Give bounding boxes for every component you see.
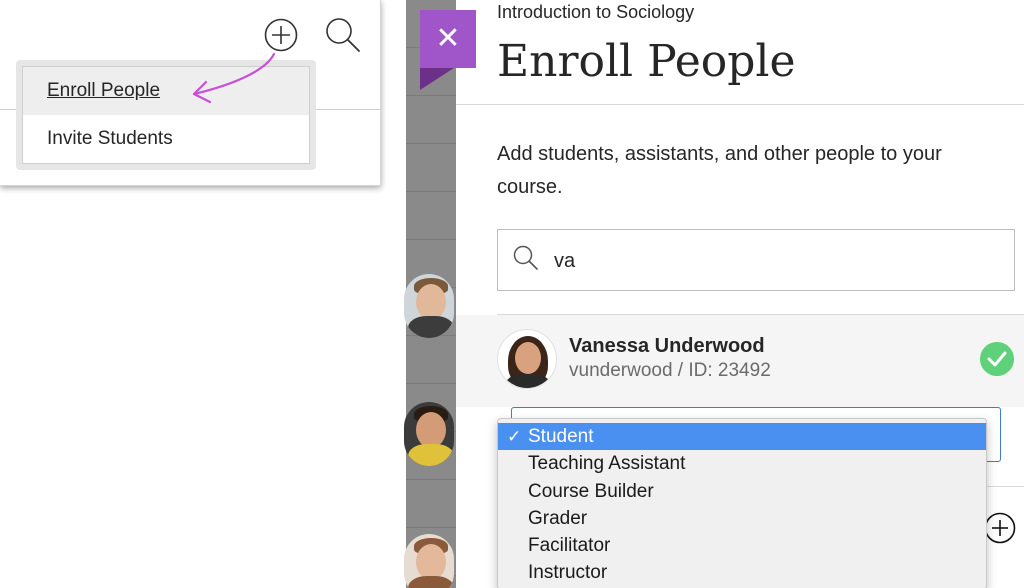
checkmark-icon: ✓ <box>507 427 522 446</box>
add-circle-icon[interactable] <box>984 512 1016 544</box>
role-option-student[interactable]: ✓ Student <box>498 423 986 451</box>
close-icon: ✕ <box>435 21 461 56</box>
panel-description: Add students, assistants, and other peop… <box>497 143 942 198</box>
search-field[interactable] <box>497 229 1015 291</box>
checkmark-icon[interactable] <box>980 342 1014 376</box>
plus-circle-icon[interactable] <box>264 18 298 52</box>
avatar <box>497 329 557 389</box>
role-option-facilitator[interactable]: Facilitator <box>498 532 986 559</box>
header-divider <box>456 104 1024 105</box>
screen: Enroll People Invite Students Introducti… <box>0 0 1024 588</box>
menu-item-invite-students[interactable]: Invite Students <box>23 115 309 163</box>
search-input[interactable] <box>554 244 994 278</box>
roster-avatar <box>404 274 454 338</box>
course-toolbar-card: Enroll People Invite Students <box>0 0 381 186</box>
search-icon[interactable] <box>322 14 362 54</box>
result-username: vunderwood <box>569 360 673 381</box>
role-option-grader[interactable]: Grader <box>498 505 986 532</box>
result-id: / ID: 23492 <box>672 360 771 381</box>
search-icon <box>513 245 538 270</box>
add-menu-list: Enroll People Invite Students <box>22 66 310 164</box>
result-meta: vunderwood / ID: 23492 <box>569 360 771 382</box>
role-option-course-builder[interactable]: Course Builder <box>498 478 986 505</box>
search-result-row[interactable]: Vanessa Underwood vunderwood / ID: 23492 <box>456 315 1024 407</box>
role-option-instructor[interactable]: Instructor <box>498 559 986 586</box>
close-button[interactable]: ✕ <box>420 10 476 68</box>
result-name: Vanessa Underwood <box>569 335 765 357</box>
page-title: Enroll People <box>497 36 796 87</box>
roster-avatar <box>404 402 454 466</box>
add-menu-dropdown: Enroll People Invite Students <box>16 60 316 170</box>
close-tab-fold <box>420 68 454 90</box>
course-title: Introduction to Sociology <box>497 2 695 22</box>
role-option-teaching-assistant[interactable]: Teaching Assistant <box>498 450 986 477</box>
roster-avatar <box>404 534 454 588</box>
menu-item-enroll-people[interactable]: Enroll People <box>23 67 309 115</box>
role-options-list: ✓ Student Teaching Assistant Course Build… <box>497 418 987 588</box>
